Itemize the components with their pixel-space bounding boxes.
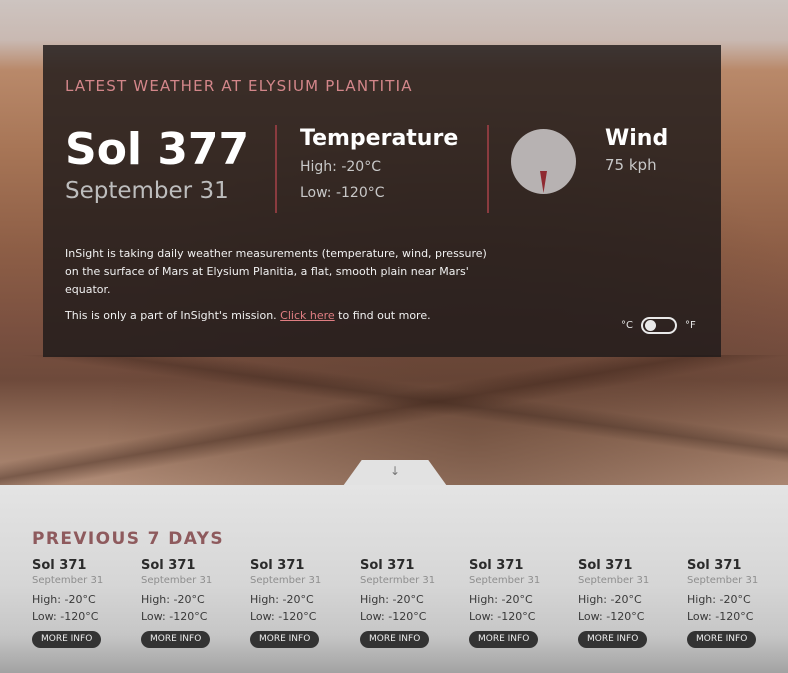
previous-days-section: PREVIOUS 7 DAYS Sol 371 September 31 Hig…: [0, 485, 788, 673]
temperature-block: Temperature High: -20°C Low: -120°C: [300, 125, 458, 203]
day-date: September 31: [32, 575, 104, 586]
more-info-button[interactable]: MORE INFO: [687, 631, 757, 648]
more-info-button[interactable]: MORE INFO: [360, 631, 430, 648]
current-sol-block: Sol 377 September 31: [65, 127, 249, 205]
day-low: Low: -120°C: [141, 610, 208, 623]
temperature-low: Low: -120°C: [300, 185, 385, 201]
day-date: September 31: [469, 575, 541, 586]
day-low: Low: -120°C: [32, 610, 99, 623]
day-high: High: -20°C: [250, 593, 314, 606]
day-high: High: -20°C: [578, 593, 642, 606]
more-info-button[interactable]: MORE INFO: [32, 631, 102, 648]
compass-icon: [511, 129, 576, 194]
current-weather-panel: LATEST WEATHER AT ELYSIUM PLANTITIA Sol …: [43, 45, 721, 357]
divider: [487, 125, 489, 213]
more-info-button[interactable]: MORE INFO: [469, 631, 539, 648]
wind-title: Wind: [605, 126, 669, 151]
panel-heading: LATEST WEATHER AT ELYSIUM PLANTITIA: [65, 77, 413, 95]
day-low: Low: -120°C: [250, 610, 317, 623]
day-date: September 31: [687, 575, 759, 586]
arrow-down-icon: ↓: [389, 464, 401, 478]
day-sol: Sol 371: [360, 558, 415, 573]
more-info-button[interactable]: MORE INFO: [250, 631, 320, 648]
day-sol: Sol 371: [32, 558, 87, 573]
previous-days-list: Sol 371 September 31 High: -20°C Low: -1…: [32, 558, 788, 658]
celsius-label: °C: [621, 320, 633, 331]
day-low: Low: -120°C: [687, 610, 754, 623]
wind-direction-needle-icon: [540, 171, 547, 193]
divider: [275, 125, 277, 213]
day-sol: Sol 371: [141, 558, 196, 573]
day-high: High: -20°C: [141, 593, 205, 606]
mission-note: This is only a part of InSight's mission…: [65, 308, 431, 324]
day-card: Sol 371 September 31 High: -20°C Low: -1…: [250, 558, 350, 648]
day-sol: Sol 371: [687, 558, 742, 573]
wind-block: Wind 75 kph: [605, 125, 668, 175]
day-sol: Sol 371: [250, 558, 305, 573]
day-high: High: -20°C: [687, 593, 751, 606]
day-date: Septermber 31: [360, 575, 436, 586]
mission-description: InSight is taking daily weather measurem…: [65, 247, 487, 296]
day-date: September 31: [141, 575, 213, 586]
day-low: Low: -120°C: [469, 610, 536, 623]
day-card: Sol 371 September 31 High: -20°C Low: -1…: [469, 558, 569, 648]
day-low: Low: -120°C: [360, 610, 427, 623]
mission-note-suffix: to find out more.: [334, 309, 431, 322]
day-high: High: -20°C: [360, 593, 424, 606]
day-high: High: -20°C: [32, 593, 96, 606]
day-date: September 31: [250, 575, 322, 586]
day-card: Sol 371 Septermber 31 High: -20°C Low: -…: [360, 558, 460, 648]
day-sol: Sol 371: [578, 558, 633, 573]
temperature-title: Temperature: [300, 126, 459, 151]
more-info-button[interactable]: MORE INFO: [141, 631, 211, 648]
day-low: Low: -120°C: [578, 610, 645, 623]
switch-knob: [644, 320, 656, 331]
day-date: September 31: [578, 575, 650, 586]
temperature-high: High: -20°C: [300, 159, 381, 175]
mission-note-prefix: This is only a part of InSight's mission…: [65, 309, 281, 322]
day-card: Sol 371 September 31 High: -20°C Low: -1…: [32, 558, 132, 648]
previous-heading: PREVIOUS 7 DAYS: [32, 529, 225, 549]
day-card: Sol 371 September 31 High: -20°C Low: -1…: [141, 558, 241, 648]
current-sol: Sol 377: [65, 124, 250, 175]
wind-speed: 75 kph: [605, 156, 657, 174]
mars-background-image: LATEST WEATHER AT ELYSIUM PLANTITIA Sol …: [0, 0, 788, 485]
day-card: Sol 371 September 31 High: -20°C Low: -1…: [578, 558, 678, 648]
day-sol: Sol 371: [469, 558, 524, 573]
day-card: Sol 371 September 31 High: -20°C Low: -1…: [687, 558, 787, 648]
unit-toggle: °C °F: [621, 317, 696, 334]
more-info-button[interactable]: MORE INFO: [578, 631, 648, 648]
unit-switch[interactable]: [640, 317, 677, 334]
current-date: September 31: [65, 178, 229, 204]
day-high: High: -20°C: [469, 593, 533, 606]
fahrenheit-label: °F: [684, 320, 696, 331]
click-here-link[interactable]: Click here: [280, 309, 335, 322]
